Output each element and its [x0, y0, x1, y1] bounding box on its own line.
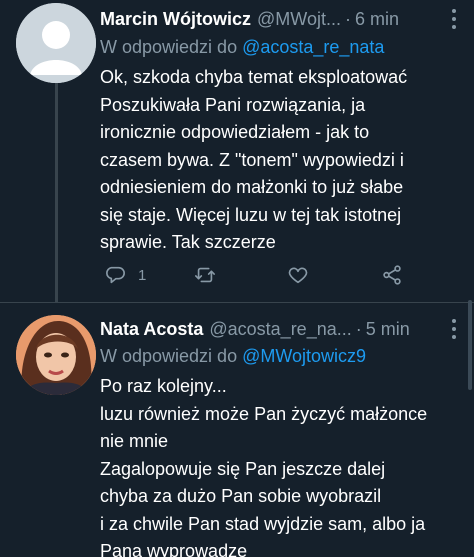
- tweet-text-line: Ok, szkoda chyba temat eksploatować: [100, 67, 408, 87]
- share-button[interactable]: [381, 262, 403, 288]
- thread-connector-line: [55, 80, 58, 303]
- reply-prefix: W odpowiedzi do: [100, 37, 243, 57]
- retweet-icon: [195, 267, 215, 283]
- tweet-text-line: odniesieniem do małżonki to już słabe: [100, 177, 404, 197]
- tweet-text-line: i za chwile Pan stad wyjdzie sam, albo j…: [100, 513, 426, 534]
- display-name[interactable]: Nata Acosta: [100, 319, 203, 340]
- tweet-nata[interactable]: Nata Acosta @acosta_re_na... · 5 min W o…: [0, 303, 474, 557]
- tweet-text-line: luzu również może Pan życzyć małżonce: [100, 403, 428, 424]
- tweet-text-line: Pana wyprowadzę: [100, 541, 248, 557]
- reply-context: W odpowiedzi do @MWojtowicz9: [100, 346, 462, 370]
- tweet-text: Ok, szkoda chyba temat eksploatować Posz…: [100, 64, 464, 257]
- reply-count: 1: [138, 266, 147, 284]
- more-options-icon[interactable]: [446, 6, 462, 32]
- tweet-text-line: Zagalopowuje się Pan jeszcze dalej: [100, 458, 386, 479]
- like-icon: [288, 267, 308, 284]
- reply-mention-link[interactable]: @acosta_re_nata: [242, 37, 384, 57]
- handle[interactable]: @MWojt...: [257, 9, 341, 30]
- reply-icon: [106, 266, 125, 284]
- avatar-photo[interactable]: [16, 315, 96, 395]
- tweet-text-line: ironicznie odpowiedziałem - jak to: [100, 122, 370, 142]
- tweet-marcin[interactable]: Marcin Wójtowicz @MWojt... · 6 min W odp…: [0, 0, 474, 303]
- tweet-text-line: nie mnie: [100, 431, 169, 451]
- display-name[interactable]: Marcin Wójtowicz: [100, 9, 251, 30]
- scrollbar[interactable]: [468, 300, 472, 390]
- retweet-button[interactable]: [194, 262, 216, 288]
- timestamp[interactable]: 5 min: [366, 319, 410, 340]
- tweet-header: Marcin Wójtowicz @MWojt... · 6 min: [100, 6, 462, 32]
- tweet-actions: 1: [100, 262, 420, 288]
- tweet-text: Po raz kolejny... luzu również może Pan …: [100, 373, 464, 557]
- handle[interactable]: @acosta_re_na...: [209, 319, 351, 340]
- tweet-text-line: chyba za dużo Pan sobie wyobrazil: [100, 486, 382, 506]
- timestamp[interactable]: 6 min: [355, 9, 399, 30]
- more-options-icon[interactable]: [446, 316, 462, 342]
- tweet-text-line: czasem bywa. Z "tonem" wypowiedzi i: [100, 149, 404, 170]
- separator-dot: ·: [355, 318, 362, 339]
- profile-photo-icon: [16, 315, 96, 395]
- reply-button[interactable]: 1: [104, 262, 146, 288]
- tweet-header: Nata Acosta @acosta_re_na... · 5 min: [100, 316, 462, 342]
- avatar-default[interactable]: [16, 3, 96, 83]
- like-button[interactable]: [287, 262, 309, 288]
- reply-prefix: W odpowiedzi do: [100, 346, 243, 366]
- reply-context: W odpowiedzi do @acosta_re_nata: [100, 37, 462, 61]
- share-icon: [383, 265, 401, 285]
- default-profile-icon: [16, 3, 96, 83]
- separator-dot: ·: [344, 8, 351, 29]
- tweet-text-line: sprawie. Tak szczerze: [100, 232, 276, 252]
- tweet-text-line: Poszukiwała Pani rozwiązania, ja: [100, 94, 366, 115]
- reply-mention-link[interactable]: @MWojtowicz9: [242, 346, 366, 366]
- tweet-text-line: się staje. Więcej luzu w tej tak istotne…: [100, 204, 402, 225]
- tweet-text-line: Po raz kolejny...: [100, 376, 227, 396]
